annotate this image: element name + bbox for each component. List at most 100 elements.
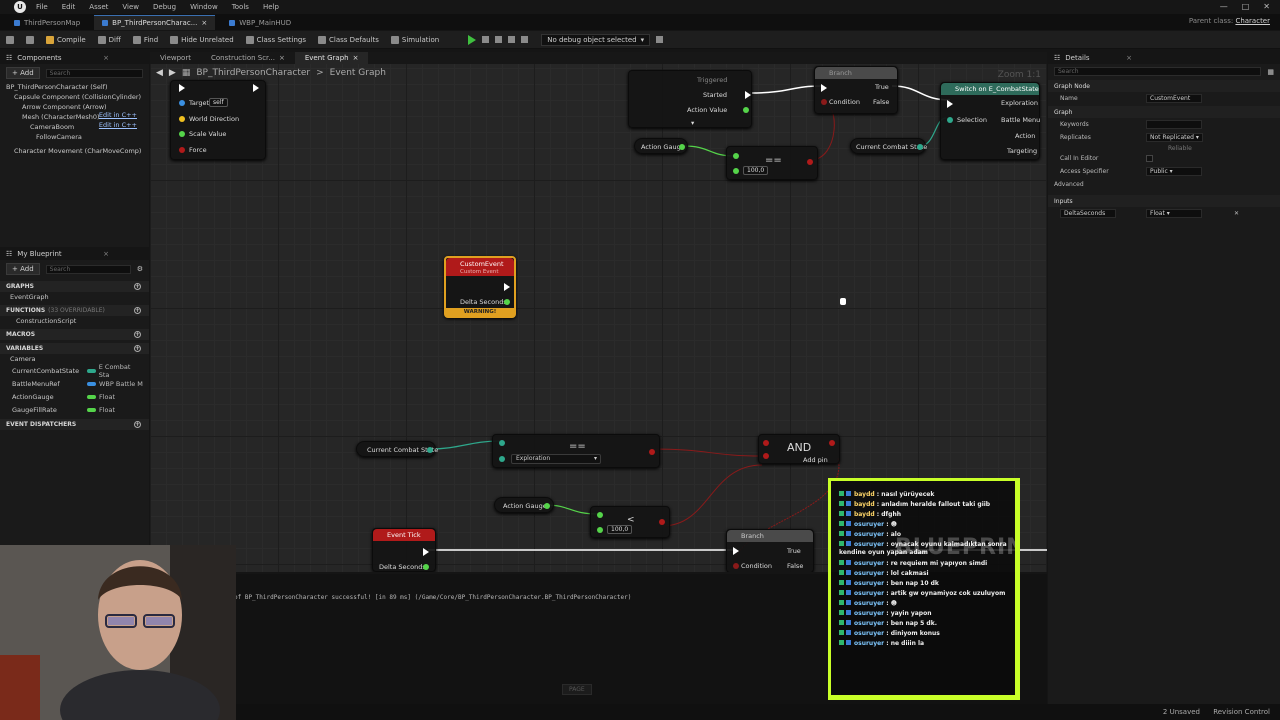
close-icon[interactable]: ×: [353, 54, 359, 62]
input-type-select[interactable]: Float ▾: [1146, 209, 1202, 218]
current-combat-state-getter-top[interactable]: Current Combat State: [850, 138, 927, 154]
view-options-icon[interactable]: ▦: [1267, 68, 1274, 76]
history-forward-icon[interactable]: ▶: [169, 68, 176, 78]
stop-icon[interactable]: [521, 36, 529, 43]
menu-debug[interactable]: Debug: [153, 3, 176, 11]
macros-section[interactable]: MACROS +: [0, 329, 149, 340]
component-item[interactable]: Character Movement (CharMoveComp): [0, 146, 149, 156]
add-component-button[interactable]: + Add: [6, 67, 40, 79]
keywords-input[interactable]: [1146, 120, 1202, 129]
diff-button[interactable]: Diff: [97, 35, 121, 44]
debug-options-icon[interactable]: [656, 36, 664, 43]
access-specifier-select[interactable]: Public ▾: [1146, 167, 1202, 176]
add-macro-icon[interactable]: +: [134, 331, 141, 338]
result-pin[interactable]: [659, 519, 665, 525]
revision-control-button[interactable]: Revision Control: [1213, 708, 1270, 716]
enum-select[interactable]: Exploration ▾: [511, 454, 601, 464]
result-pin[interactable]: [807, 159, 813, 165]
menu-window[interactable]: Window: [190, 3, 218, 11]
tab-thirdpersonmap[interactable]: ThirdPersonMap: [6, 15, 88, 30]
step-icon[interactable]: [495, 36, 503, 43]
graph-category[interactable]: Graph: [1048, 106, 1280, 118]
find-button[interactable]: Find: [132, 35, 158, 44]
unsaved-button[interactable]: 2 Unsaved: [1163, 708, 1200, 716]
current-combat-state-getter-bottom[interactable]: Current Combat State: [356, 441, 438, 457]
enum-out-pin[interactable]: [427, 447, 433, 453]
close-icon[interactable]: ✕: [1263, 2, 1270, 11]
add-pin-button[interactable]: Add pin: [803, 456, 828, 464]
advanced-row[interactable]: Advanced: [1048, 178, 1280, 191]
event-dispatchers-section[interactable]: EVENT DISPATCHERS +: [0, 419, 149, 430]
my-blueprint-search-input[interactable]: Search: [45, 264, 131, 274]
tab-close-icon[interactable]: ×: [201, 19, 207, 27]
close-icon[interactable]: ×: [103, 250, 109, 258]
tab-construction-script[interactable]: Construction Scr... ×: [201, 52, 295, 64]
target-pin[interactable]: [179, 100, 185, 106]
input-name-field[interactable]: DeltaSeconds: [1060, 209, 1116, 218]
and-node[interactable]: AND Add pin: [758, 434, 840, 464]
graph-node-category[interactable]: Graph Node: [1048, 80, 1280, 92]
exec-in-pin[interactable]: [733, 547, 739, 555]
selection-pin[interactable]: [947, 117, 953, 123]
components-search-input[interactable]: Search: [45, 68, 143, 78]
condition-pin[interactable]: [733, 563, 739, 569]
exec-in-pin[interactable]: [179, 84, 185, 92]
play-icon[interactable]: [468, 34, 477, 45]
world-direction-pin[interactable]: [179, 116, 185, 122]
menu-edit[interactable]: Edit: [62, 3, 76, 11]
delta-seconds-pin[interactable]: [423, 564, 429, 570]
b-pin[interactable]: [763, 453, 769, 459]
value-input[interactable]: 100,0: [607, 525, 633, 534]
equal-node-top[interactable]: == 100,0: [726, 146, 818, 180]
tab-viewport[interactable]: Viewport: [150, 52, 201, 64]
graphs-section[interactable]: GRAPHS +: [0, 281, 149, 292]
less-than-node[interactable]: < 100,0: [590, 506, 670, 538]
menu-asset[interactable]: Asset: [89, 3, 108, 11]
close-icon[interactable]: ×: [103, 54, 109, 62]
edit-in-cpp-link[interactable]: Edit in C++: [99, 111, 137, 119]
a-pin[interactable]: [499, 440, 505, 446]
close-icon[interactable]: ×: [1126, 54, 1132, 62]
variable-row[interactable]: ActionGauge Float: [0, 390, 149, 403]
switch-enum-node[interactable]: Switch on E_CombatState Exploration Sele…: [940, 82, 1040, 160]
page-badge[interactable]: PAGE: [562, 684, 592, 695]
event-graph-item[interactable]: EventGraph: [0, 292, 149, 302]
save-button[interactable]: [6, 35, 14, 44]
tab-bp-thirdpersoncharacter[interactable]: BP_ThirdPersonCharac... ×: [94, 15, 216, 30]
component-item[interactable]: Capsule Component (CollisionCylinder): [0, 92, 149, 102]
details-search-input[interactable]: Search: [1054, 67, 1262, 76]
b-pin[interactable]: [499, 456, 505, 462]
variables-section[interactable]: VARIABLES +: [0, 343, 149, 354]
browse-button[interactable]: [26, 35, 34, 44]
debug-object-select[interactable]: No debug object selected ▾: [541, 33, 651, 46]
b-pin[interactable]: [733, 168, 739, 174]
add-movement-input-node[interactable]: Target self World Direction Scale Value …: [170, 80, 266, 160]
component-item[interactable]: FollowCamera: [0, 132, 149, 142]
add-member-button[interactable]: + Add: [6, 263, 40, 275]
a-pin[interactable]: [733, 153, 739, 159]
menu-file[interactable]: File: [36, 3, 48, 11]
a-pin[interactable]: [597, 512, 603, 518]
history-back-icon[interactable]: ◀: [156, 68, 163, 78]
exec-out-pin[interactable]: [253, 84, 259, 92]
branch-node-bottom[interactable]: Branch True Condition False: [726, 529, 814, 572]
result-pin[interactable]: [649, 449, 655, 455]
menu-tools[interactable]: Tools: [232, 3, 249, 11]
delta-seconds-pin[interactable]: [504, 299, 510, 305]
variable-row[interactable]: GaugeFillRate Float: [0, 403, 149, 416]
force-pin[interactable]: [179, 147, 185, 153]
variable-row[interactable]: CurrentCombatState E Combat Sta: [0, 363, 149, 379]
menu-view[interactable]: View: [122, 3, 139, 11]
gear-icon[interactable]: ⚙: [137, 265, 143, 273]
close-icon[interactable]: ×: [279, 54, 285, 62]
action-value-pin[interactable]: [743, 107, 749, 113]
tab-wbp-mainhud[interactable]: WBP_MainHUD: [221, 15, 299, 30]
parent-class-link[interactable]: Character: [1235, 17, 1270, 25]
float-out-pin[interactable]: [544, 503, 550, 509]
compile-button[interactable]: Compile: [46, 35, 86, 44]
a-pin[interactable]: [763, 440, 769, 446]
equal-enum-node[interactable]: == Exploration ▾: [492, 434, 660, 468]
event-tick-node[interactable]: Event Tick Delta Seconds: [372, 528, 436, 572]
pause-icon[interactable]: [482, 36, 490, 43]
eject-icon[interactable]: [508, 36, 516, 43]
